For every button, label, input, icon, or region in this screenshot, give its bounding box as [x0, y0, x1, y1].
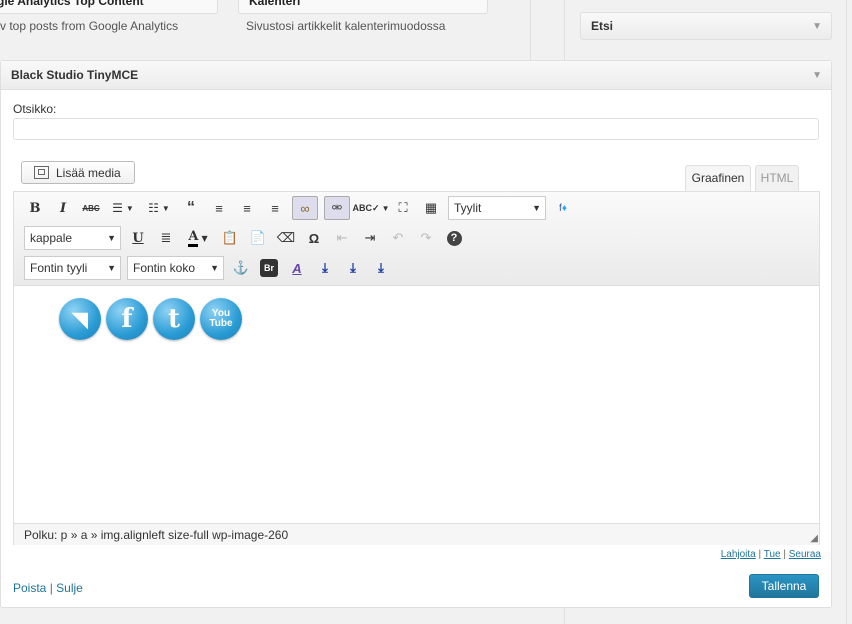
- bullet-list-icon[interactable]: ☰ ▼: [108, 197, 138, 219]
- widget-description: Sivustosi artikkelit kalenterimuodossa: [246, 19, 446, 33]
- add-media-button[interactable]: Lisää media: [21, 161, 135, 184]
- insert-after-icon[interactable]: ⤓: [370, 257, 392, 279]
- chevron-down-icon[interactable]: ▼: [812, 21, 822, 32]
- numbered-list-icon[interactable]: ☷ ▼: [144, 197, 174, 219]
- facebook-icon[interactable]: f: [106, 298, 148, 340]
- editor-path-bar: Polku: p » a » img.alignleft size-full w…: [14, 523, 819, 545]
- tab-html[interactable]: HTML: [755, 165, 799, 191]
- column-divider: [846, 0, 847, 624]
- close-link[interactable]: Sulje: [56, 581, 83, 595]
- format-select[interactable]: kappale ▼: [24, 226, 121, 250]
- help-icon[interactable]: ?: [443, 227, 465, 249]
- align-right-icon[interactable]: ≡: [264, 197, 286, 219]
- youtube-label: You Tube: [209, 308, 233, 329]
- editor: B I ABC ☰ ▼ ☷ ▼ “ ≡ ≡ ≡ ∞ ⚮ ABC✓ ▼ ⛶ ▦ Tyyl…: [13, 191, 820, 545]
- indent-icon[interactable]: ⇥: [359, 227, 381, 249]
- insert-before-icon[interactable]: ⤓: [314, 257, 336, 279]
- widget-actions: Poista | Sulje: [13, 581, 83, 595]
- widget-description: v top posts from Google Analytics: [0, 19, 179, 33]
- column-divider: [530, 0, 531, 60]
- title-field[interactable]: [13, 118, 819, 140]
- panel-title: Black Studio TinyMCE: [11, 68, 139, 82]
- paste-text-icon[interactable]: 📋: [219, 227, 241, 249]
- strikethrough-icon[interactable]: ABC: [80, 197, 102, 219]
- panel-header[interactable]: Black Studio TinyMCE ▼: [1, 61, 831, 90]
- underline-icon[interactable]: U: [127, 227, 149, 249]
- rss-icon[interactable]: ◥: [59, 298, 101, 340]
- link-tue[interactable]: Tue: [764, 549, 781, 560]
- link-icon[interactable]: ∞: [292, 196, 318, 220]
- widget-panel: Black Studio TinyMCE ▼ Otsikko: Lisää me…: [0, 60, 832, 608]
- font-family-select[interactable]: Fontin tyyli ▼: [24, 256, 121, 280]
- undo-icon[interactable]: ↶: [387, 227, 409, 249]
- text-color-icon[interactable]: A ▼: [183, 227, 213, 249]
- align-center-icon[interactable]: ≡: [236, 197, 258, 219]
- toggle-toolbar-icon[interactable]: ▦: [420, 197, 442, 219]
- donation-links: Lahjoita | Tue | Seuraa: [720, 549, 821, 560]
- chevron-down-icon: ▼: [107, 233, 116, 243]
- sidebar-widget-etsi[interactable]: Etsi ▼: [580, 12, 832, 40]
- insert-inside-icon[interactable]: ⤓: [342, 257, 364, 279]
- link-lahjoita[interactable]: Lahjoita: [721, 549, 756, 560]
- style-icon[interactable]: A: [286, 257, 308, 279]
- chevron-down-icon: ▼: [210, 263, 219, 273]
- widget-kalenteri[interactable]: Kalenteri: [238, 0, 488, 14]
- eraser-icon[interactable]: ⌫: [275, 227, 297, 249]
- widget-title: gle Analytics Top Content: [0, 0, 144, 8]
- align-left-icon[interactable]: ≡: [208, 197, 230, 219]
- paste-word-icon[interactable]: 📄: [247, 227, 269, 249]
- resize-handle-icon[interactable]: ◢: [810, 533, 818, 544]
- font-size-select[interactable]: Fontin koko ▼: [127, 256, 224, 280]
- widget-title: Etsi: [591, 19, 614, 33]
- add-media-label: Lisää media: [56, 165, 121, 180]
- special-char-icon[interactable]: Ω: [303, 227, 325, 249]
- save-button[interactable]: Tallenna: [749, 574, 819, 598]
- widget-title: Kalenteri: [249, 0, 301, 8]
- italic-icon[interactable]: I: [52, 197, 74, 219]
- media-icon: [34, 166, 49, 179]
- chevron-down-icon: ▼: [107, 263, 116, 273]
- editor-content[interactable]: ◥ f t You Tube: [14, 286, 819, 522]
- link-seuraa[interactable]: Seuraa: [789, 549, 821, 560]
- styles-select[interactable]: Tyylit ▼: [448, 196, 546, 220]
- twitter-icon[interactable]: t: [153, 298, 195, 340]
- outdent-icon[interactable]: ⇤: [331, 227, 353, 249]
- delete-link[interactable]: Poista: [13, 581, 46, 595]
- editor-toolbar: B I ABC ☰ ▼ ☷ ▼ “ ≡ ≡ ≡ ∞ ⚮ ABC✓ ▼ ⛶ ▦ Tyyl…: [14, 192, 819, 286]
- redo-icon[interactable]: ↷: [415, 227, 437, 249]
- anchor-icon[interactable]: ⚓: [230, 257, 252, 279]
- social-share-icon[interactable]: f ♦: [552, 197, 574, 219]
- line-break-icon[interactable]: Br: [258, 257, 280, 279]
- spellcheck-icon[interactable]: ABC✓ ▼: [353, 197, 390, 219]
- justify-icon[interactable]: ≣: [155, 227, 177, 249]
- field-label: Otsikko:: [13, 102, 57, 116]
- unlink-icon[interactable]: ⚮: [324, 196, 350, 220]
- widget-ga-top-content[interactable]: gle Analytics Top Content: [0, 0, 218, 14]
- blockquote-icon[interactable]: “: [180, 197, 202, 219]
- chevron-down-icon[interactable]: ▼: [812, 70, 822, 81]
- bold-icon[interactable]: B: [24, 197, 46, 219]
- tab-visual[interactable]: Graafinen: [685, 165, 751, 191]
- element-path: Polku: p » a » img.alignleft size-full w…: [24, 528, 289, 542]
- chevron-down-icon: ▼: [532, 203, 541, 213]
- youtube-icon[interactable]: You Tube: [200, 298, 242, 340]
- fullscreen-icon[interactable]: ⛶: [392, 197, 414, 219]
